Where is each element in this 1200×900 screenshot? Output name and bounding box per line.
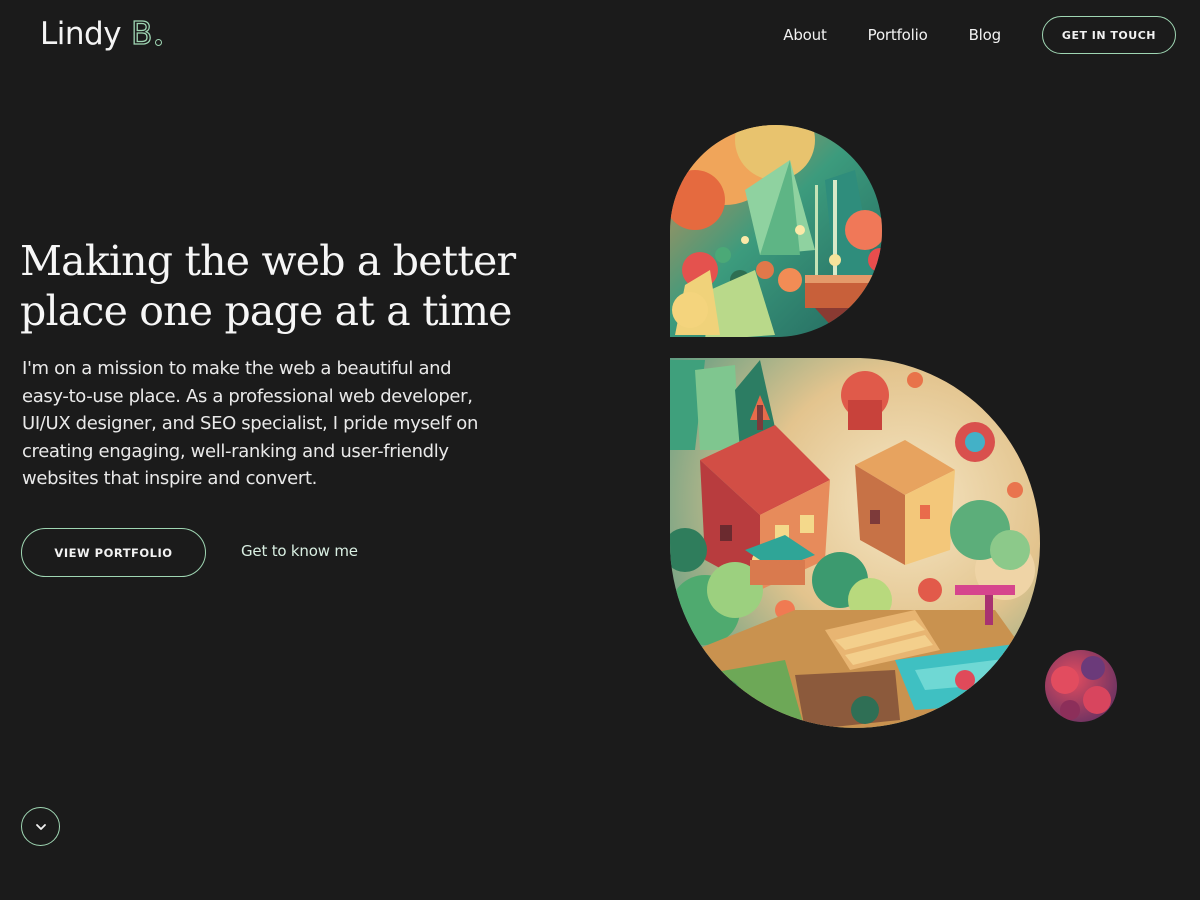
hero-description-line: I'm on a mission to make the web a beaut…: [22, 358, 452, 379]
chevron-down-icon: [35, 823, 46, 830]
nav-link-about[interactable]: About: [783, 26, 827, 44]
logo-wordmark: Lindy: [40, 16, 122, 52]
hero-description-line: UI/UX designer, and SEO specialist, I pr…: [22, 413, 479, 434]
nav-link-blog[interactable]: Blog: [969, 26, 1002, 44]
hero-illustration: [669, 124, 1117, 728]
logo-monogram: B: [130, 12, 163, 56]
hero-description-line: creating engaging, well-ranking and user…: [22, 440, 449, 462]
illustration-upper-lobe: [669, 124, 882, 337]
site-logo[interactable]: Lindy B: [40, 12, 163, 56]
scroll-down-button[interactable]: [21, 807, 60, 846]
logo-monogram-letter: B: [130, 15, 153, 52]
get-to-know-me-link[interactable]: Get to know me: [241, 542, 358, 560]
illustration-dot: [1045, 650, 1117, 722]
hero-description: I'm on a mission to make the web a beaut…: [22, 355, 522, 493]
illustration-lower-lobe: [670, 358, 1040, 728]
hero-title: Making the web a better place one page a…: [20, 236, 580, 336]
hero-description-line: websites that inspire and convert.: [22, 468, 318, 489]
hero-title-line: Making the web a better: [20, 237, 516, 285]
hero-title-line: place one page at a time: [20, 287, 512, 335]
nav-link-portfolio[interactable]: Portfolio: [868, 26, 928, 44]
logo-dot: [155, 39, 163, 46]
main-nav: About Portfolio Blog GET IN TOUCH: [783, 16, 1176, 54]
hero-description-line: easy-to-use place. As a professional web…: [22, 385, 473, 407]
view-portfolio-button[interactable]: VIEW PORTFOLIO: [21, 528, 206, 577]
get-in-touch-button[interactable]: GET IN TOUCH: [1041, 16, 1176, 54]
